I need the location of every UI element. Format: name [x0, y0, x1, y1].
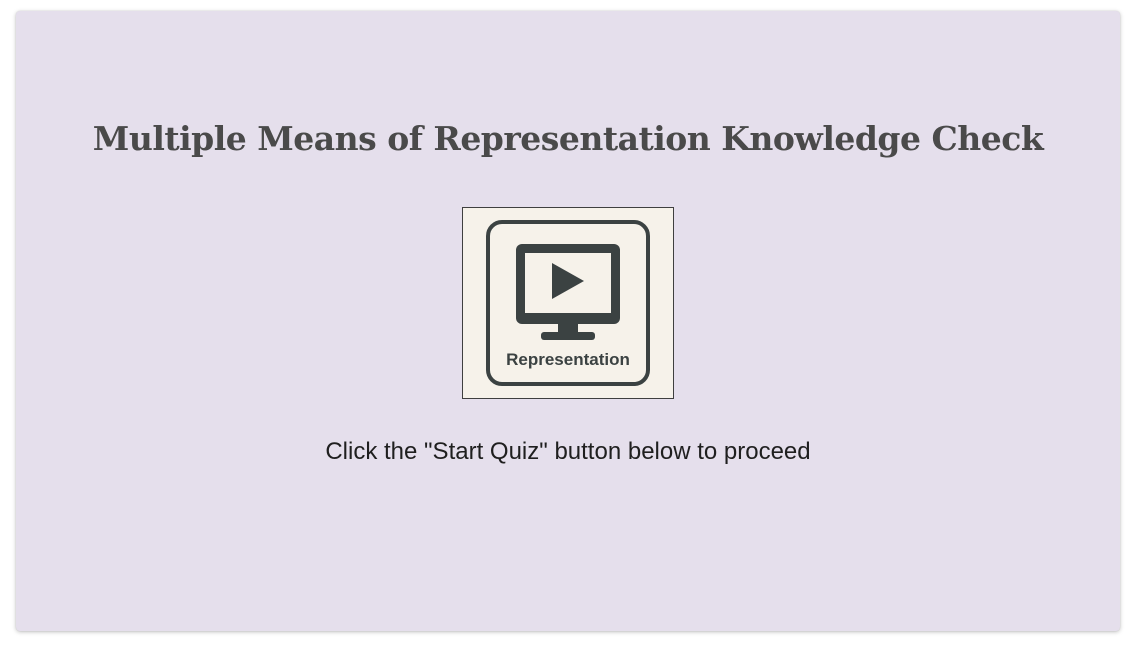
monitor-play-icon: Representation: [486, 220, 650, 386]
image-label: Representation: [506, 350, 630, 369]
page-title: Multiple Means of Representation Knowled…: [92, 119, 1044, 158]
representation-image: Representation: [462, 207, 674, 399]
instruction-text: Click the "Start Quiz" button below to p…: [325, 438, 811, 465]
slide-card: Multiple Means of Representation Knowled…: [16, 11, 1120, 631]
